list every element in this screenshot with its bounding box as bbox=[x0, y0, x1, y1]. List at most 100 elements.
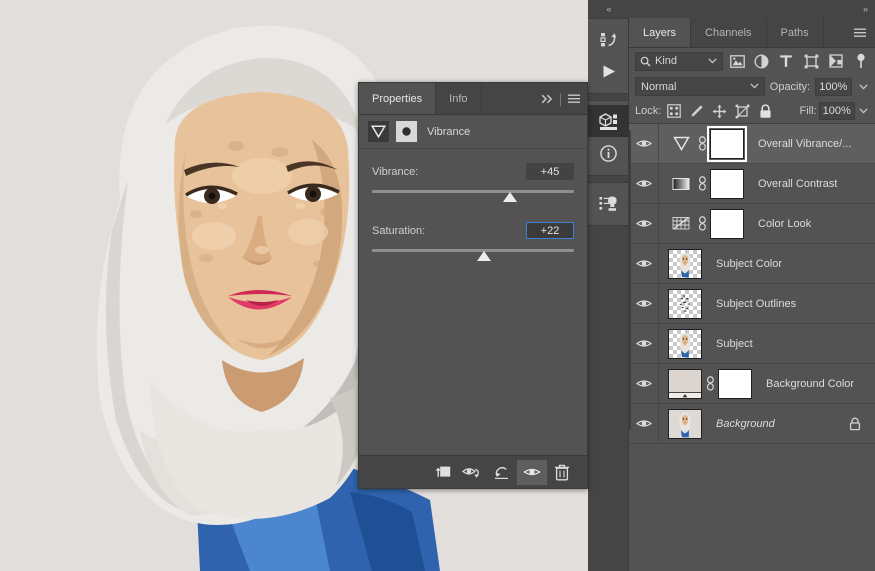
layer-mask-thumbnail[interactable] bbox=[710, 168, 744, 199]
layer-visibility-toggle[interactable] bbox=[629, 203, 659, 244]
saturation-slider[interactable] bbox=[372, 248, 574, 262]
saturation-slider-track[interactable] bbox=[372, 249, 574, 252]
vibrance-slider-thumb[interactable] bbox=[503, 192, 518, 202]
toggle-visibility-button[interactable] bbox=[517, 459, 547, 485]
filter-shape-icon[interactable] bbox=[801, 51, 822, 71]
properties-panel-menu-icon[interactable] bbox=[567, 93, 581, 105]
opacity-dropdown-icon[interactable] bbox=[857, 83, 870, 90]
filter-pixel-icon[interactable] bbox=[727, 51, 748, 71]
layer-mask-thumbnail[interactable] bbox=[710, 208, 744, 239]
layer-visibility-toggle[interactable] bbox=[629, 163, 659, 204]
table-row[interactable]: Subject bbox=[629, 323, 875, 364]
table-row[interactable]: Color Look bbox=[629, 203, 875, 244]
actions-icon[interactable] bbox=[588, 187, 629, 219]
layer-visibility-toggle[interactable] bbox=[629, 323, 659, 364]
layer-mask-thumbnail[interactable] bbox=[718, 368, 752, 399]
layer-visibility-toggle[interactable] bbox=[629, 403, 659, 444]
layers-panel-menu-icon[interactable] bbox=[853, 18, 867, 48]
rail-collapse-button[interactable]: « bbox=[588, 0, 629, 18]
layer-thumbnail[interactable] bbox=[668, 248, 702, 279]
layer-visibility-toggle[interactable] bbox=[629, 363, 659, 404]
dock-collapse-button[interactable]: » bbox=[629, 0, 875, 18]
play-action-icon[interactable] bbox=[588, 55, 629, 87]
table-row[interactable]: Overall Contrast bbox=[629, 163, 875, 204]
gradient-map-icon[interactable] bbox=[668, 211, 694, 237]
eye-icon bbox=[635, 220, 652, 227]
link-mask-icon[interactable] bbox=[694, 216, 710, 231]
table-row[interactable]: Background Color bbox=[629, 363, 875, 404]
vibrance-triangle-icon[interactable] bbox=[668, 131, 694, 157]
tab-layers[interactable]: Layers bbox=[629, 18, 692, 47]
filter-toggle-icon[interactable] bbox=[850, 51, 871, 71]
lock-all-icon[interactable] bbox=[755, 101, 776, 121]
link-mask-icon[interactable] bbox=[694, 136, 710, 151]
page-title: Vibrance bbox=[427, 125, 471, 138]
eye-icon bbox=[635, 260, 652, 267]
table-row[interactable]: Subject Outlines bbox=[629, 283, 875, 324]
lock-row: Lock: Fill: 100% bbox=[629, 99, 875, 124]
blend-mode-value: Normal bbox=[641, 80, 677, 93]
layer-name[interactable]: Subject Outlines bbox=[716, 298, 796, 310]
tab-info[interactable]: Info bbox=[436, 83, 482, 114]
info-icon[interactable] bbox=[588, 137, 629, 169]
clip-to-layer-button[interactable] bbox=[427, 460, 457, 485]
vibrance-slider-track[interactable] bbox=[372, 190, 574, 193]
vibrance-label: Vibrance: bbox=[372, 165, 419, 178]
fill-value-field[interactable]: 100% bbox=[818, 102, 855, 120]
layer-visibility-toggle[interactable] bbox=[629, 123, 659, 164]
link-mask-icon[interactable] bbox=[694, 176, 710, 191]
layer-filter-kind-select[interactable]: Kind bbox=[635, 51, 723, 71]
delete-layer-button[interactable] bbox=[547, 460, 577, 485]
lock-label: Lock: bbox=[635, 105, 662, 117]
libraries-icon[interactable] bbox=[588, 105, 629, 137]
lock-transparent-pixels-icon[interactable] bbox=[663, 101, 684, 121]
blend-mode-select[interactable]: Normal bbox=[635, 77, 765, 96]
tab-channels[interactable]: Channels bbox=[691, 18, 767, 47]
link-mask-icon[interactable] bbox=[702, 376, 718, 391]
rail-group-actions bbox=[588, 182, 628, 226]
layer-name[interactable]: Background Color bbox=[766, 378, 854, 390]
vibrance-value-field[interactable]: +45 bbox=[526, 163, 574, 180]
layer-thumbnail[interactable] bbox=[668, 328, 702, 359]
filter-smart-object-icon[interactable] bbox=[826, 51, 847, 71]
opacity-value-field[interactable]: 100% bbox=[815, 77, 852, 96]
layer-visibility-toggle[interactable] bbox=[629, 243, 659, 284]
reset-button[interactable] bbox=[487, 460, 517, 485]
layer-name[interactable]: Color Look bbox=[758, 218, 811, 230]
layer-name[interactable]: Overall Contrast bbox=[758, 178, 837, 190]
history-icon[interactable] bbox=[588, 23, 629, 55]
search-icon bbox=[640, 56, 651, 66]
filter-type-icon[interactable] bbox=[776, 51, 797, 71]
lock-position-icon[interactable] bbox=[709, 101, 730, 121]
layer-mask-icon[interactable] bbox=[396, 121, 417, 142]
vibrance-triangle-icon[interactable] bbox=[368, 121, 389, 142]
solid-fill-thumbnail[interactable] bbox=[668, 368, 702, 399]
layer-list-scrollbar[interactable] bbox=[629, 130, 631, 430]
table-row[interactable]: Background bbox=[629, 403, 875, 444]
layer-name[interactable]: Overall Vibrance/... bbox=[758, 138, 851, 150]
layer-filter-row: Kind bbox=[629, 48, 875, 74]
expand-panels-icon[interactable] bbox=[541, 94, 554, 104]
lock-image-pixels-icon[interactable] bbox=[686, 101, 707, 121]
properties-body: Vibrance: +45 Saturation: +22 bbox=[359, 149, 587, 420]
filter-adjustment-icon[interactable] bbox=[751, 51, 772, 71]
vibrance-slider[interactable] bbox=[372, 189, 574, 203]
layer-visibility-toggle[interactable] bbox=[629, 283, 659, 324]
saturation-slider-thumb[interactable] bbox=[477, 251, 492, 261]
table-row[interactable]: Subject Color bbox=[629, 243, 875, 284]
layer-name[interactable]: Subject Color bbox=[716, 258, 782, 270]
layer-name[interactable]: Background bbox=[716, 418, 775, 430]
table-row[interactable]: Overall Vibrance/... bbox=[629, 123, 875, 164]
fill-dropdown-icon[interactable] bbox=[857, 108, 870, 114]
brightness-contrast-icon[interactable] bbox=[668, 171, 694, 197]
layer-mask-thumbnail[interactable] bbox=[707, 125, 747, 162]
tab-properties[interactable]: Properties bbox=[359, 83, 437, 114]
tab-paths[interactable]: Paths bbox=[767, 18, 824, 47]
view-previous-state-button[interactable] bbox=[457, 460, 487, 485]
properties-title-row: Vibrance bbox=[359, 115, 587, 149]
lock-artboard-nesting-icon[interactable] bbox=[732, 101, 753, 121]
saturation-value-field[interactable]: +22 bbox=[526, 222, 574, 239]
layer-thumbnail[interactable] bbox=[668, 408, 702, 439]
layer-thumbnail[interactable] bbox=[668, 288, 702, 319]
layer-name[interactable]: Subject bbox=[716, 338, 753, 350]
